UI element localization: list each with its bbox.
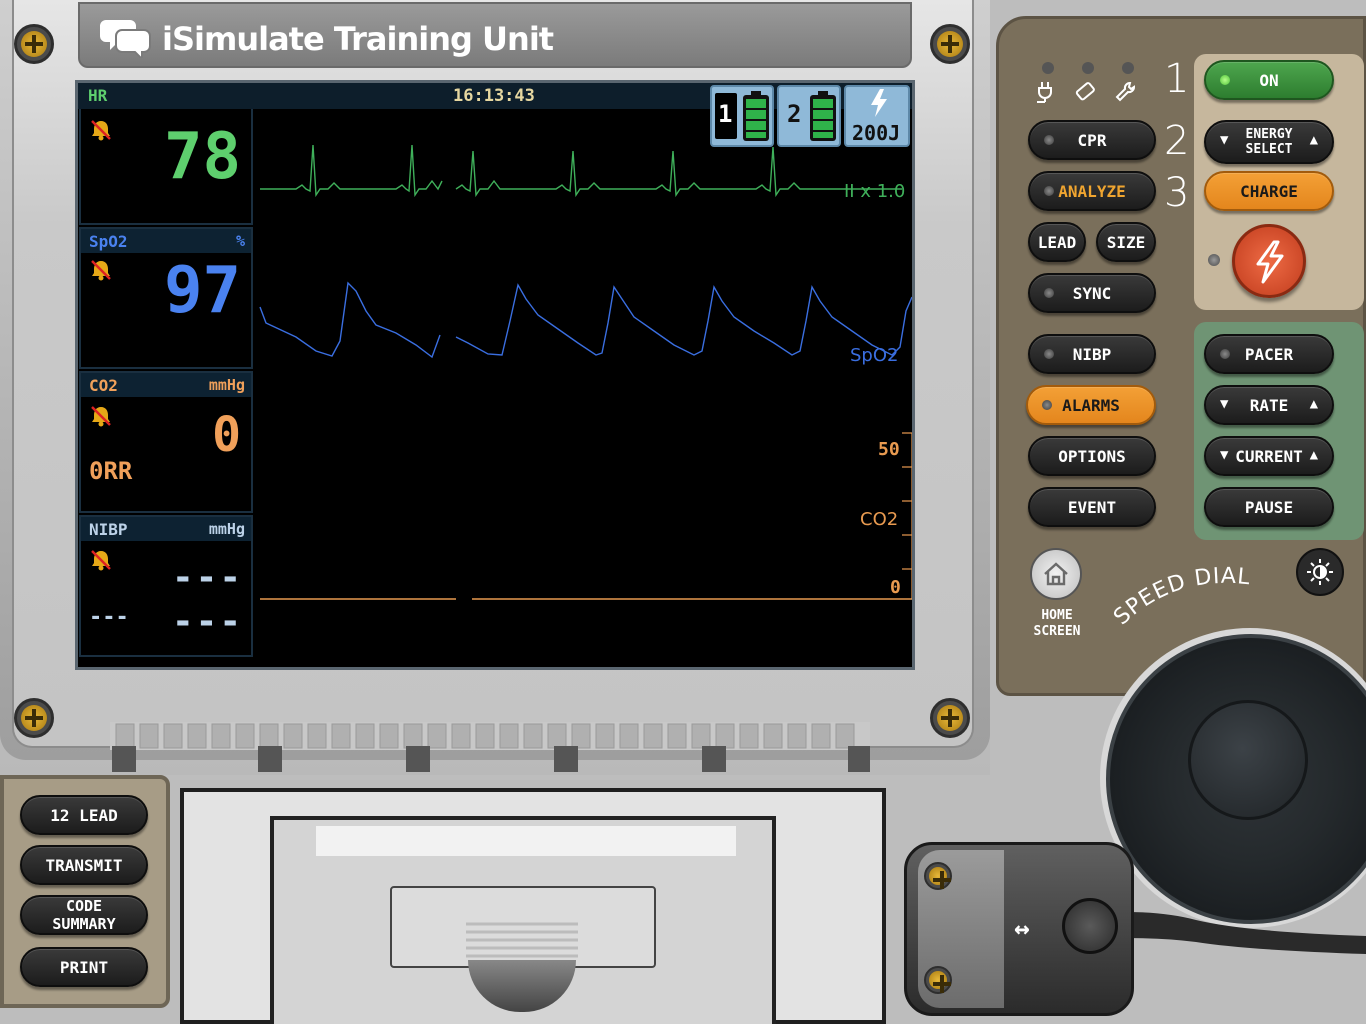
step-number-2: 2: [1164, 118, 1190, 164]
spo2-unit: %: [235, 232, 245, 250]
grip-lines: [466, 922, 578, 958]
lead-button[interactable]: LEAD: [1028, 222, 1086, 262]
screw-icon: [924, 862, 952, 890]
indicator-led: [1082, 62, 1094, 74]
options-button[interactable]: OPTIONS: [1028, 436, 1156, 476]
energy-select-button[interactable]: ▼ ENERGY SELECT ▲: [1204, 120, 1334, 164]
brightness-button[interactable]: [1296, 548, 1344, 596]
sync-button[interactable]: SYNC: [1028, 273, 1156, 313]
nibp-unit: mmHg: [208, 520, 245, 538]
hr-header-label: HR: [88, 86, 108, 105]
spo2-label: SpO2: [89, 232, 128, 251]
current-button[interactable]: ▼ CURRENT ▲: [1204, 436, 1334, 476]
printer-window: [390, 886, 656, 968]
co2-value: 0: [212, 407, 241, 463]
nibp-button[interactable]: NIBP: [1028, 334, 1156, 374]
clock: 16:13:43: [453, 86, 535, 106]
nibp-map: ---: [89, 605, 129, 630]
alarm-muted-icon: [91, 260, 111, 281]
speech-bubbles-icon: [100, 20, 151, 58]
printer-lip: [316, 826, 736, 856]
co2-unit: mmHg: [208, 376, 245, 394]
step-number-3: 3: [1164, 170, 1190, 216]
size-button[interactable]: SIZE: [1096, 222, 1156, 262]
speed-dial-center[interactable]: [1188, 700, 1308, 820]
screw-icon: [14, 24, 54, 64]
nibp-systolic: ---: [171, 557, 243, 598]
brand-title: iSimulate Training Unit: [162, 20, 554, 58]
screw-icon: [930, 698, 970, 738]
up-arrow-icon[interactable]: ▲: [1310, 396, 1318, 412]
power-plug-icon: [1037, 82, 1052, 103]
co2-scale-bottom: 0: [890, 577, 901, 598]
indicator-led: [1122, 62, 1134, 74]
down-arrow-icon[interactable]: ▼: [1220, 447, 1228, 463]
svg-text:SPEED DIAL: SPEED DIAL: [1110, 564, 1252, 630]
cpr-button[interactable]: CPR: [1028, 120, 1156, 160]
shock-button[interactable]: [1232, 224, 1306, 298]
swap-arrow-icon: ↔: [1014, 914, 1030, 944]
power-led: [1220, 75, 1230, 85]
spo2-wave-label: SpO2: [850, 345, 899, 366]
rate-button[interactable]: ▼ RATE ▲: [1204, 385, 1334, 425]
down-arrow-icon[interactable]: ▼: [1220, 133, 1228, 148]
step-number-1: 1: [1164, 56, 1190, 102]
alarm-muted-icon: [91, 406, 111, 427]
ecg-lead-label: II x 1.0: [844, 181, 906, 202]
alarm-muted-icon: [91, 120, 111, 141]
nibp-panel[interactable]: NIBP mmHg --- --- ---: [79, 515, 253, 657]
charge-button[interactable]: CHARGE: [1204, 171, 1334, 211]
resp-rate: 0RR: [89, 457, 133, 485]
pause-button[interactable]: PAUSE: [1204, 487, 1334, 527]
up-arrow-icon[interactable]: ▲: [1310, 133, 1318, 148]
screw-icon: [930, 24, 970, 64]
alarm-muted-icon: [91, 550, 111, 571]
screw-icon: [924, 966, 952, 994]
pads-release-button[interactable]: [1062, 898, 1118, 954]
home-icon: [1044, 562, 1068, 586]
indicator-led: [1042, 62, 1054, 74]
code-summary-button[interactable]: CODE SUMMARY: [20, 895, 148, 935]
spo2-panel[interactable]: SpO2 % 97: [79, 227, 253, 369]
transmit-button[interactable]: TRANSMIT: [20, 845, 148, 885]
print-button[interactable]: PRINT: [20, 947, 148, 987]
hr-panel[interactable]: 78: [79, 109, 253, 225]
shock-led: [1208, 254, 1220, 266]
nibp-diastolic: ---: [171, 601, 243, 642]
monitor-screen[interactable]: HR 16:13:43 1 2 200J 78 SpO2 % 97 CO2 mm…: [75, 80, 915, 670]
nibp-label: NIBP: [89, 520, 128, 539]
screw-icon: [14, 698, 54, 738]
co2-wave-label: CO2: [860, 509, 899, 530]
wrench-icon: [1115, 82, 1135, 102]
co2-panel[interactable]: CO2 mmHg 0 0RR: [79, 371, 253, 513]
waveforms: [259, 144, 913, 600]
spo2-value: 97: [163, 254, 241, 328]
down-arrow-icon[interactable]: ▼: [1220, 396, 1228, 412]
home-screen-label: HOME SCREEN: [1033, 608, 1081, 639]
up-arrow-icon[interactable]: ▲: [1310, 447, 1318, 463]
home-screen-button[interactable]: [1030, 548, 1082, 600]
twelve-lead-button[interactable]: 12 LEAD: [20, 795, 148, 835]
vent-grille: [110, 722, 870, 772]
co2-label: CO2: [89, 376, 118, 395]
pacer-button[interactable]: PACER: [1204, 334, 1334, 374]
pads-cable: [1126, 912, 1366, 954]
lightning-icon: [1256, 240, 1284, 284]
speed-dial-label: SPEED DIAL: [1110, 564, 1251, 630]
co2-scale-top: 50: [878, 439, 900, 460]
co2-scale: [902, 432, 913, 599]
ecg-waveform: [260, 144, 902, 198]
analyze-button[interactable]: ANALYZE: [1028, 171, 1156, 211]
power-on-button[interactable]: ON: [1204, 60, 1334, 100]
speed-dial-label-arc: SPEED DIAL: [1110, 564, 1252, 630]
title-plate: iSimulate Training Unit: [78, 2, 912, 68]
pad-icon: [1075, 82, 1095, 101]
waveform-area: II x 1.0 SpO2 CO2 50 0: [256, 111, 913, 671]
hr-value: 78: [163, 120, 241, 194]
alarms-button[interactable]: ALARMS: [1026, 385, 1156, 425]
event-button[interactable]: EVENT: [1028, 487, 1156, 527]
spo2-waveform: [259, 281, 913, 359]
brightness-icon: [1307, 559, 1333, 585]
